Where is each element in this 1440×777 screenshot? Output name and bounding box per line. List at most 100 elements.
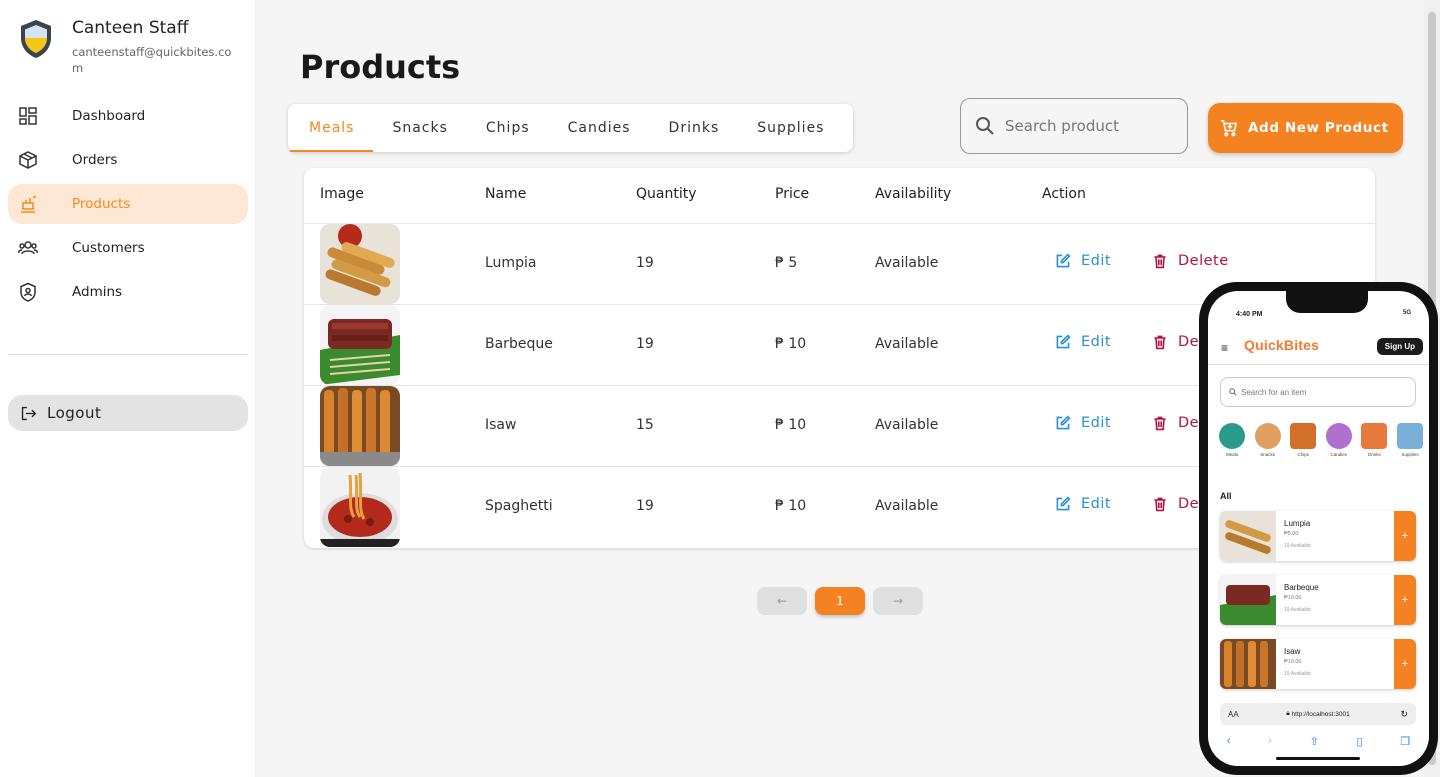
header-availability: Availability	[875, 186, 952, 202]
phone-category-snacks[interactable]: Snacks	[1252, 423, 1284, 457]
tabs-icon[interactable]: ❐	[1400, 735, 1410, 748]
product-availability: Available	[875, 498, 939, 514]
phone-product-availability: 15 Available	[1284, 671, 1311, 677]
edit-button[interactable]: Edit	[1055, 253, 1111, 269]
phone-preview: 4:40 PM 5G ≡ QuickBites Sign Up Search f…	[1199, 282, 1438, 775]
edit-icon	[1056, 415, 1071, 430]
sidebar-item-orders[interactable]: Orders	[8, 140, 248, 180]
edit-button[interactable]: Edit	[1055, 415, 1111, 431]
phone-url-bar[interactable]: AA 🔒︎ http://localhost:3001 ↻	[1220, 703, 1416, 725]
product-name: Lumpia	[485, 255, 537, 271]
sidebar-item-label: Orders	[72, 152, 118, 168]
header-name: Name	[485, 186, 527, 202]
phone-product-name: Lumpia	[1284, 519, 1311, 528]
forward-icon[interactable]: ›	[1268, 735, 1272, 747]
phone-signup-button[interactable]: Sign Up	[1376, 338, 1423, 355]
add-to-cart-button[interactable]: +	[1394, 639, 1416, 689]
supplies-icon	[1396, 423, 1423, 449]
dashboard-icon	[19, 107, 37, 125]
phone-category-supplies[interactable]: Supplies	[1394, 423, 1426, 457]
product-quantity: 15	[636, 417, 654, 433]
tab-snacks[interactable]: Snacks	[373, 104, 466, 152]
bookmarks-icon[interactable]: ▯	[1356, 735, 1362, 748]
category-label: Candies	[1330, 452, 1348, 457]
tab-supplies[interactable]: Supplies	[738, 104, 843, 152]
trash-icon	[1154, 497, 1166, 512]
phone-category-drinks[interactable]: Drinks	[1358, 423, 1390, 457]
trash-icon	[1154, 335, 1166, 350]
product-price: ₱ 10	[775, 336, 807, 352]
sidebar-item-label: Dashboard	[72, 108, 146, 124]
pagination-page-1[interactable]: 1	[815, 587, 865, 615]
back-icon[interactable]: ‹	[1227, 735, 1231, 747]
reader-aa-button[interactable]: AA	[1228, 710, 1239, 719]
share-icon[interactable]: ⇧	[1310, 735, 1319, 748]
edit-label: Edit	[1081, 253, 1112, 269]
hamburger-menu-icon[interactable]: ≡	[1221, 341, 1228, 355]
product-image-lumpia	[1220, 511, 1276, 561]
phone-product-card[interactable]: Lumpia ₱5.00 19 Available +	[1220, 511, 1416, 561]
edit-label: Edit	[1081, 496, 1112, 512]
product-image-spaghetti	[320, 467, 400, 547]
sidebar-item-label: Admins	[72, 284, 123, 300]
edit-icon	[1056, 334, 1071, 349]
search-input[interactable]	[1005, 117, 1175, 135]
product-availability: Available	[875, 417, 939, 433]
category-label: Snacks	[1260, 452, 1275, 457]
tab-chips[interactable]: Chips	[467, 104, 549, 152]
tab-candies[interactable]: Candies	[549, 104, 650, 152]
drinks-icon	[1361, 423, 1388, 449]
category-label: Drinks	[1367, 452, 1381, 457]
product-image-barbeque	[1220, 575, 1276, 625]
phone-url: http://localhost:3001	[1291, 710, 1350, 718]
category-label: Supplies	[1401, 452, 1419, 457]
trash-icon	[1154, 416, 1166, 431]
profile-email: canteenstaff@quickbites.com	[72, 45, 232, 75]
pagination-next-button[interactable]: →	[873, 587, 923, 615]
product-image-isaw	[1220, 639, 1276, 689]
trash-icon	[1154, 254, 1166, 269]
phone-category-chips[interactable]: Chips	[1287, 423, 1319, 457]
header-price: Price	[775, 186, 810, 202]
logout-button[interactable]: Logout	[8, 395, 248, 431]
add-to-cart-button[interactable]: +	[1394, 575, 1416, 625]
phone-product-card[interactable]: Isaw ₱10.00 15 Available +	[1220, 639, 1416, 689]
reload-icon[interactable]: ↻	[1400, 709, 1408, 720]
phone-header: ≡ QuickBites Sign Up	[1208, 329, 1429, 365]
phone-logo: QuickBites	[1244, 337, 1320, 353]
product-price: ₱ 10	[775, 498, 807, 514]
sidebar-item-products[interactable]: Products	[8, 184, 248, 224]
snacks-icon	[1254, 423, 1281, 449]
phone-category-meals[interactable]: Meals	[1216, 423, 1248, 457]
product-availability: Available	[875, 255, 939, 271]
meals-icon	[1219, 423, 1245, 449]
phone-category-candies[interactable]: Candies	[1323, 423, 1355, 457]
header-image: Image	[320, 186, 364, 202]
sidebar-item-admins[interactable]: Admins	[8, 272, 248, 312]
tab-drinks[interactable]: Drinks	[650, 104, 739, 152]
category-label: Chips	[1297, 452, 1309, 457]
sidebar-nav: Dashboard Orders Products Customers Admi…	[8, 96, 248, 316]
tab-meals[interactable]: Meals	[290, 104, 374, 152]
edit-button[interactable]: Edit	[1055, 334, 1111, 350]
pagination-prev-button[interactable]: ←	[757, 587, 807, 615]
page-title: Products	[300, 48, 461, 86]
sidebar-item-customers[interactable]: Customers	[8, 228, 248, 268]
profile-name: Canteen Staff	[72, 18, 189, 38]
phone-product-name: Isaw	[1284, 647, 1301, 656]
phone-screen: 4:40 PM 5G ≡ QuickBites Sign Up Search f…	[1208, 291, 1429, 766]
edit-icon	[1056, 496, 1071, 511]
product-quantity: 19	[636, 498, 654, 514]
chips-icon	[1290, 423, 1317, 449]
sidebar-item-dashboard[interactable]: Dashboard	[8, 96, 248, 136]
delete-button[interactable]: Delete	[1152, 253, 1229, 269]
table-header: Image Name Quantity Price Availability A…	[304, 168, 1375, 224]
product-image-lumpia	[320, 224, 400, 304]
phone-search-input[interactable]: Search for an item	[1220, 377, 1416, 407]
product-price: ₱ 10	[775, 417, 807, 433]
add-to-cart-button[interactable]: +	[1394, 511, 1416, 561]
edit-button[interactable]: Edit	[1055, 496, 1111, 512]
add-new-product-button[interactable]: Add New Product	[1208, 103, 1403, 153]
phone-product-card[interactable]: Barbeque ₱10.00 19 Available +	[1220, 575, 1416, 625]
box-icon	[19, 151, 37, 169]
